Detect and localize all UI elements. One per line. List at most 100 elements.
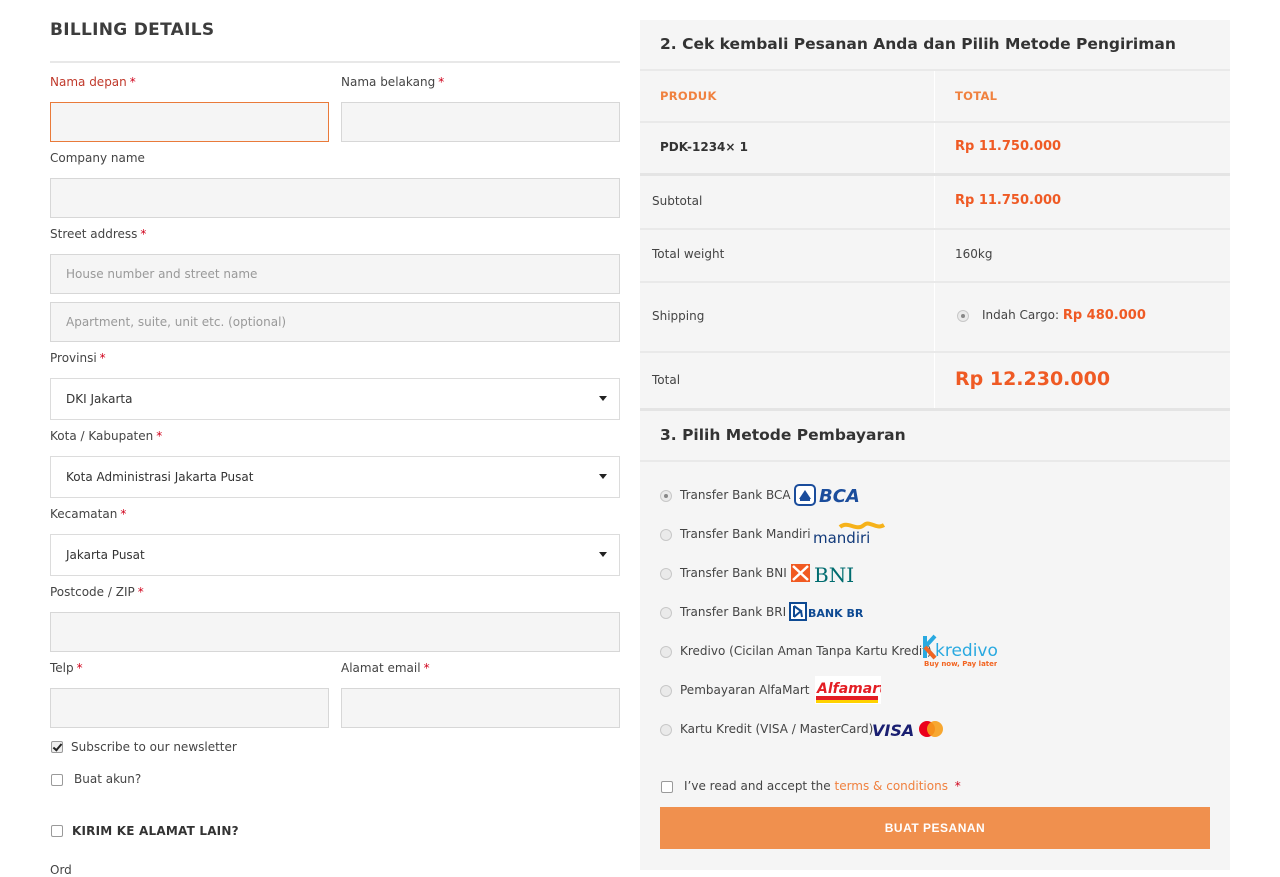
terms-link[interactable]: terms & conditions [834, 779, 947, 793]
create-account-checkbox[interactable] [51, 774, 63, 786]
last-name-label-text: Nama belakang [341, 75, 436, 89]
street-address-field[interactable]: House number and street name [50, 254, 620, 294]
payment-label-alfamart[interactable]: Pembayaran AlfaMart [680, 683, 809, 697]
mandiri-logo: mandiri [813, 521, 886, 547]
email-label-text: Alamat email [341, 661, 421, 675]
postcode-field[interactable] [50, 612, 620, 652]
province-label: Provinsi * [50, 351, 106, 365]
order-item-name: PDK-1234× 1 [660, 140, 748, 154]
dropdown-arrow-icon [599, 552, 607, 557]
divider [640, 351, 1230, 353]
required-marker: * [137, 585, 144, 599]
required-marker: * [423, 661, 430, 675]
subtotal-label: Subtotal [652, 194, 703, 208]
bri-logo: BANK BRI [789, 602, 863, 621]
payment-radio-kredivo[interactable] [660, 646, 672, 658]
company-field[interactable] [50, 178, 620, 218]
divider [640, 69, 1230, 71]
total-weight-label: Total weight [652, 247, 725, 261]
phone-label: Telp * [50, 661, 83, 675]
payment-radio-bni[interactable] [660, 568, 672, 580]
district-select[interactable]: Jakarta Pusat [50, 534, 620, 576]
phone-field[interactable] [50, 688, 329, 728]
province-label-text: Provinsi [50, 351, 97, 365]
total-label: Total [652, 373, 681, 387]
col-header-total: TOTAL [955, 89, 998, 103]
street-label: Street address * [50, 227, 146, 241]
total-weight-value: 160kg [955, 247, 993, 261]
bni-logo-text: BNI [814, 563, 854, 585]
visa-logo-text: VISA [872, 721, 914, 740]
district-label-text: Kecamatan [50, 507, 118, 521]
divider [640, 173, 1230, 176]
required-marker: * [156, 429, 163, 443]
street-label-text: Street address [50, 227, 138, 241]
newsletter-label: Subscribe to our newsletter [71, 740, 237, 754]
company-label: Company name [50, 151, 145, 165]
terms-checkbox[interactable] [661, 781, 673, 793]
kredivo-tagline: Buy now, Pay later [924, 660, 997, 668]
required-marker: * [954, 779, 961, 793]
alfamart-logo: Alfamart [815, 676, 881, 704]
province-value: DKI Jakarta [66, 392, 133, 406]
first-name-field[interactable] [50, 102, 329, 142]
city-label: Kota / Kabupaten * [50, 429, 162, 443]
payment-label-kredivo[interactable]: Kredivo (Cicilan Aman Tanpa Kartu Kredit… [680, 644, 932, 658]
total-value: Rp 12.230.000 [955, 368, 1111, 390]
required-marker: * [76, 661, 83, 675]
shipping-option[interactable]: Indah Cargo: Rp 480.000 [982, 308, 1146, 323]
billing-title: BILLING DETAILS [50, 20, 215, 40]
payment-label-bri[interactable]: Transfer Bank BRI [680, 605, 786, 619]
first-name-label: Nama depan * [50, 75, 136, 89]
payment-label-mandiri[interactable]: Transfer Bank Mandiri [680, 527, 811, 541]
newsletter-checkbox[interactable] [51, 741, 63, 753]
order-review-panel: 2. Cek kembali Pesanan Anda dan Pilih Me… [640, 20, 1230, 870]
bca-logo-text: BCA [819, 486, 860, 506]
postcode-label: Postcode / ZIP * [50, 585, 144, 599]
payment-label-bca[interactable]: Transfer Bank BCA [680, 488, 791, 502]
email-field[interactable] [341, 688, 620, 728]
city-label-text: Kota / Kabupaten [50, 429, 154, 443]
last-name-field[interactable] [341, 102, 620, 142]
last-name-label: Nama belakang * [341, 75, 444, 89]
visa-mastercard-logo: VISA [872, 721, 943, 740]
email-label: Alamat email * [341, 661, 430, 675]
ship-other-address-checkbox[interactable] [51, 825, 63, 837]
shipping-method: Indah Cargo: [982, 308, 1059, 322]
street-address-2-field[interactable]: Apartment, suite, unit etc. (optional) [50, 302, 620, 342]
required-marker: * [120, 507, 127, 521]
city-select[interactable]: Kota Administrasi Jakarta Pusat [50, 456, 620, 498]
required-marker: * [140, 227, 147, 241]
payment-radio-bri[interactable] [660, 607, 672, 619]
divider [640, 408, 1230, 411]
create-account-label: Buat akun? [74, 772, 142, 786]
first-name-label-text: Nama depan [50, 75, 127, 89]
city-value: Kota Administrasi Jakarta Pusat [66, 470, 254, 484]
divider [640, 281, 1230, 283]
payment-radio-card[interactable] [660, 724, 672, 736]
shipping-radio[interactable] [957, 310, 969, 322]
payment-radio-mandiri[interactable] [660, 529, 672, 541]
terms-prefix: I’ve read and accept the [684, 779, 831, 793]
shipping-label: Shipping [652, 309, 705, 323]
bri-logo-text: BANK BRI [808, 607, 863, 620]
place-order-button[interactable]: BUAT PESANAN [660, 807, 1210, 849]
divider [640, 121, 1230, 123]
order-notes-label: Ord [50, 863, 72, 877]
order-item-total: Rp 11.750.000 [955, 139, 1062, 154]
order-review-title: 2. Cek kembali Pesanan Anda dan Pilih Me… [660, 35, 1176, 53]
required-marker: * [438, 75, 445, 89]
payment-radio-alfamart[interactable] [660, 685, 672, 697]
district-label: Kecamatan * [50, 507, 126, 521]
dropdown-arrow-icon [599, 396, 607, 401]
postcode-label-text: Postcode / ZIP [50, 585, 135, 599]
shipping-price: Rp 480.000 [1062, 308, 1146, 323]
payment-radio-bca[interactable] [660, 490, 672, 502]
province-select[interactable]: DKI Jakarta [50, 378, 620, 420]
payment-label-card[interactable]: Kartu Kredit (VISA / MasterCard) [680, 722, 873, 736]
payment-label-bni[interactable]: Transfer Bank BNI [680, 566, 787, 580]
dropdown-arrow-icon [599, 474, 607, 479]
kredivo-logo-text: kredivo [935, 641, 997, 661]
district-value: Jakarta Pusat [66, 548, 145, 562]
required-marker: * [99, 351, 106, 365]
